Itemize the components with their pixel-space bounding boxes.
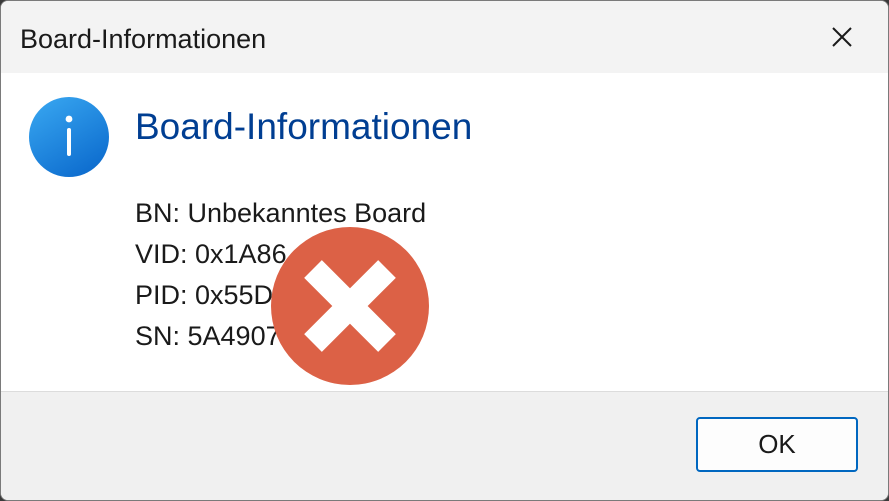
close-button[interactable] xyxy=(796,1,888,73)
error-x-icon xyxy=(271,227,429,385)
info-icon xyxy=(29,97,109,177)
button-bar: OK xyxy=(1,391,888,500)
title-bar[interactable]: Board-Informationen xyxy=(1,1,888,73)
ok-button[interactable]: OK xyxy=(696,417,858,472)
message-heading: Board-Informationen xyxy=(135,106,473,147)
close-icon xyxy=(832,27,852,47)
window-title: Board-Informationen xyxy=(20,24,267,54)
message-area: Board-Informationen BN: Unbekanntes Boar… xyxy=(1,73,888,391)
board-info-dialog: Board-Informationen Board-Informationen … xyxy=(0,0,889,501)
